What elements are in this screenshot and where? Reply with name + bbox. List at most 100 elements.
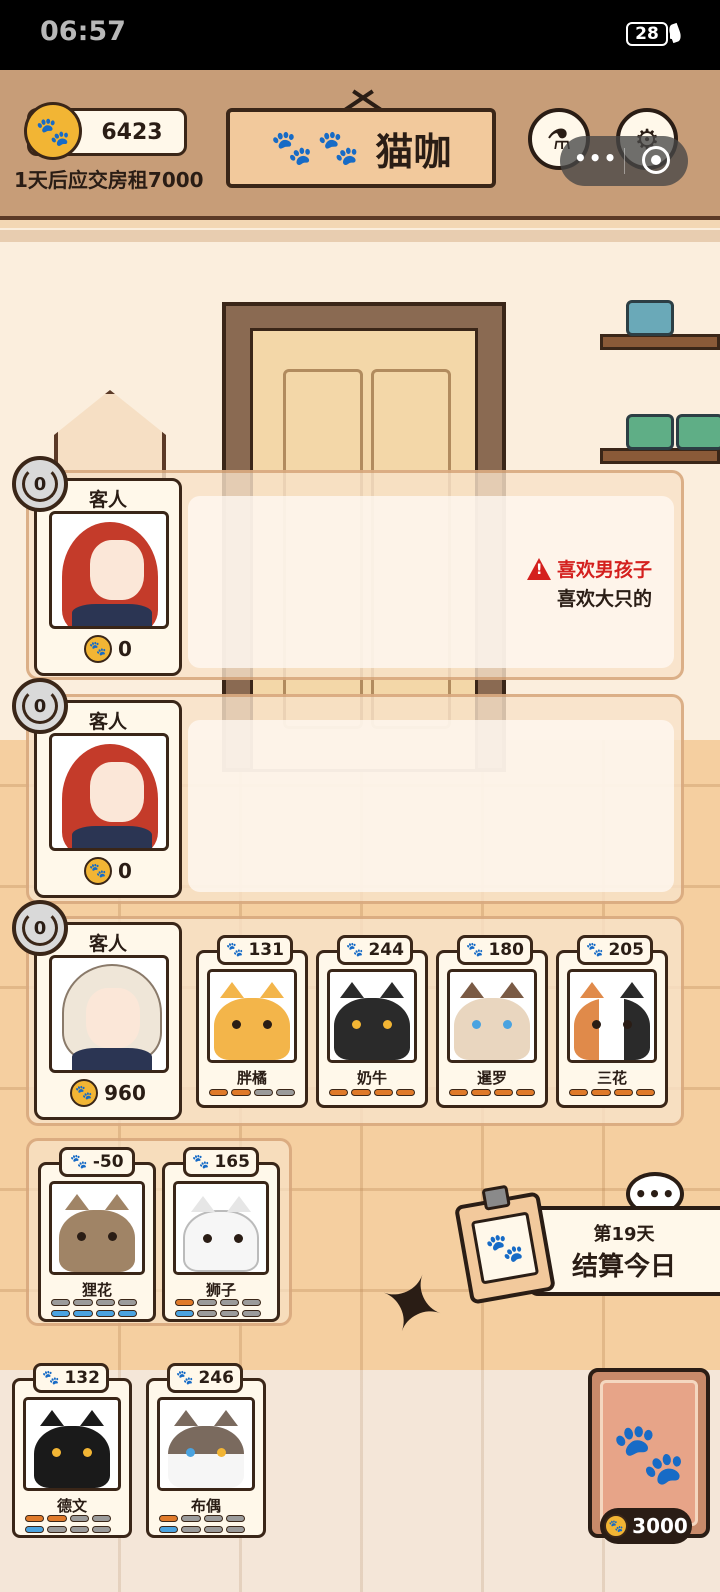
- cat-value-badge: 🐾 180: [457, 935, 533, 965]
- cat-card[interactable]: 🐾 132 德文: [12, 1363, 132, 1538]
- cat-value: -50: [92, 1152, 124, 1172]
- coin-balance: 6423: [101, 120, 163, 145]
- black-cat-illustration: [34, 1410, 110, 1488]
- paw-coin-icon: 🐾: [84, 635, 113, 663]
- white-cat-illustration: [183, 1196, 259, 1272]
- cat-portrait: [173, 1181, 269, 1275]
- power-saving-icon: [667, 22, 683, 44]
- portrait-collar: [72, 826, 152, 848]
- cat-value-badge: 🐾 -50: [59, 1147, 135, 1177]
- more-button[interactable]: •••: [574, 146, 618, 170]
- settle-today-button[interactable]: 第19天 结算今日: [528, 1206, 720, 1296]
- cat-value-badge: 🐾 165: [183, 1147, 259, 1177]
- shelf: [600, 448, 720, 464]
- siamese-cat-illustration: [454, 982, 530, 1060]
- paw-coin-icon: 🐾: [604, 1514, 629, 1538]
- portrait-face: [86, 988, 140, 1048]
- cat-portrait: [567, 969, 657, 1063]
- cat-stat-bars: [25, 1526, 111, 1534]
- paw-coin-icon: 🐾: [24, 102, 82, 160]
- tabby-cat-illustration: [59, 1194, 135, 1272]
- cat-name: 暹罗: [476, 1069, 507, 1087]
- customer-coin-value: 960: [104, 1081, 146, 1105]
- settle-label: 结算今日: [571, 1252, 676, 1282]
- cat-stat-bars: [159, 1526, 245, 1534]
- customer-coins: 🐾 0: [37, 635, 179, 663]
- cat-card[interactable]: 🐾 131 胖橘: [196, 935, 308, 1108]
- customer-card[interactable]: 客人 🐾 0: [34, 700, 182, 898]
- mini-program-capsule: •••: [560, 136, 688, 186]
- cat-card[interactable]: 🐾 246 布偶: [146, 1363, 266, 1538]
- cat-value: 132: [64, 1368, 100, 1388]
- paw-icon: 🐾: [70, 1154, 88, 1170]
- deck-price: 🐾 3000: [600, 1508, 692, 1544]
- clipboard-icon[interactable]: 🐾: [453, 1184, 557, 1305]
- customer-portrait: [49, 955, 169, 1073]
- paw-coin-icon: 🐾: [84, 857, 113, 885]
- jar-icon: [676, 414, 720, 450]
- warning-icon: [526, 558, 551, 580]
- cat-portrait: [447, 969, 537, 1063]
- paw-icon: 🐾: [470, 1211, 540, 1285]
- portrait-face: [90, 762, 144, 822]
- cat-card[interactable]: 🐾 -50 狸花: [38, 1147, 156, 1322]
- portrait-collar: [72, 604, 152, 626]
- jar-icon: [626, 300, 674, 336]
- cat-value: 246: [198, 1368, 234, 1388]
- paw-icon: 🐾: [586, 942, 604, 958]
- cat-name: 狮子: [205, 1281, 236, 1299]
- customer-card[interactable]: 客人 🐾 960: [34, 922, 182, 1120]
- cat-portrait: [327, 969, 417, 1063]
- customer-coins: 🐾 960: [37, 1079, 179, 1107]
- refresh-count: 0: [33, 917, 47, 939]
- rent-notice: 1天后应交房租7000: [14, 168, 204, 192]
- cat-portrait: [207, 969, 297, 1063]
- cat-stat-bars: [25, 1515, 111, 1523]
- refresh-count: 0: [33, 695, 47, 717]
- cat-value: 244: [368, 940, 404, 960]
- close-target-button[interactable]: [642, 146, 670, 174]
- paw-icon: 🐾: [466, 942, 484, 958]
- cat-value-badge: 🐾 131: [217, 935, 293, 965]
- cat-stat-bars: [569, 1089, 655, 1097]
- paw-icon: 🐾🐾: [270, 128, 364, 168]
- customer-coins: 🐾 0: [37, 857, 179, 885]
- cat-card[interactable]: 🐾 165 狮子: [162, 1147, 280, 1322]
- cat-card[interactable]: 🐾 180 暹罗: [436, 935, 548, 1108]
- refresh-count: 0: [33, 473, 47, 495]
- requirement-text: 喜欢男孩子: [556, 559, 652, 581]
- cat-value: 180: [488, 940, 524, 960]
- requirement-panel: [188, 720, 674, 892]
- page-title: 猫咖: [375, 129, 452, 174]
- customer-card[interactable]: 客人 🐾 0: [34, 478, 182, 676]
- refresh-button[interactable]: 0: [12, 678, 68, 734]
- deck-face: 🐾: [600, 1380, 698, 1526]
- tuxedo-cat-illustration: [334, 982, 410, 1060]
- cat-portrait: [49, 1181, 145, 1275]
- requirement-text: 喜欢大只的: [556, 588, 652, 610]
- cat-stat-bars: [449, 1089, 535, 1097]
- cat-portrait: [157, 1397, 255, 1491]
- title-sign: 🐾🐾 猫咖: [226, 108, 496, 188]
- cat-stat-bars: [51, 1299, 137, 1307]
- capsule-divider: [624, 148, 625, 174]
- customer-coin-value: 0: [118, 859, 132, 883]
- cat-card[interactable]: 🐾 205 三花: [556, 935, 668, 1108]
- wall-trim: [0, 230, 720, 242]
- paw-coin-icon: 🐾: [70, 1079, 99, 1107]
- refresh-button[interactable]: 0: [12, 900, 68, 956]
- refresh-button[interactable]: 0: [12, 456, 68, 512]
- paw-icon: 🐾: [226, 942, 244, 958]
- paw-icon: 🐾: [176, 1370, 194, 1386]
- clip-icon: [481, 1184, 511, 1211]
- cat-value: 205: [608, 940, 644, 960]
- cat-value-badge: 🐾 244: [337, 935, 413, 965]
- paw-icon: 🐾: [611, 1418, 687, 1489]
- paw-icon: 🐾: [346, 942, 364, 958]
- cat-value-badge: 🐾 205: [577, 935, 653, 965]
- cat-card[interactable]: 🐾 244 奶牛: [316, 935, 428, 1108]
- cat-stat-bars: [175, 1299, 261, 1307]
- cat-name: 奶牛: [356, 1069, 387, 1087]
- requirement-panel: 喜欢男孩子 喜欢大只的: [188, 496, 674, 668]
- customer-portrait: [49, 733, 169, 851]
